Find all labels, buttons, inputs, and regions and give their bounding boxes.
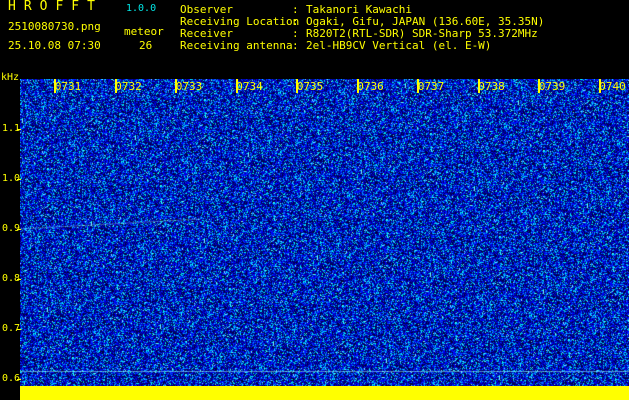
frequency-tick-mark bbox=[17, 229, 21, 230]
time-tick-label: 0734 bbox=[236, 80, 263, 93]
time-tick-label: 0740 bbox=[599, 80, 626, 93]
recording-datetime: 25.10.08 07:30 bbox=[8, 39, 101, 52]
file-name: 2510080730.png bbox=[8, 20, 101, 33]
frequency-tick-mark bbox=[17, 179, 21, 180]
frequency-tick-mark bbox=[17, 129, 21, 130]
time-tick-label: 0733 bbox=[175, 80, 203, 93]
time-tick-label: 0735 bbox=[296, 80, 324, 93]
app-version: 1.0.0 bbox=[126, 3, 157, 14]
time-tick-label: 0737 bbox=[417, 80, 445, 93]
time-tick-label: 0731 bbox=[54, 80, 82, 93]
frequency-unit-label: kHz bbox=[1, 72, 20, 83]
time-tick-label: 0738 bbox=[478, 80, 505, 93]
frequency-tick-mark bbox=[17, 279, 21, 280]
baseline-band bbox=[20, 386, 629, 400]
time-axis: 0731 0732 0733 0734 0735 0736 0737 0738 0739 0740 bbox=[0, 79, 629, 93]
meteor-count-value: 26 bbox=[139, 39, 153, 52]
meteor-count-label: meteor bbox=[124, 25, 164, 38]
frequency-tick-mark bbox=[17, 379, 21, 380]
time-tick-label: 0739 bbox=[538, 80, 566, 93]
antenna-label: Receiving antenna bbox=[180, 39, 293, 52]
info-separator: : bbox=[292, 39, 299, 52]
time-tick-label: 0732 bbox=[115, 80, 142, 93]
frequency-tick-mark bbox=[17, 329, 21, 330]
spectrogram bbox=[20, 79, 629, 400]
antenna-value: 2el-HB9CV Vertical (el. E-W) bbox=[306, 39, 492, 52]
spectrogram-canvas bbox=[20, 79, 629, 400]
app-name: HROFFT bbox=[8, 0, 103, 14]
time-tick-label: 0736 bbox=[357, 80, 384, 93]
